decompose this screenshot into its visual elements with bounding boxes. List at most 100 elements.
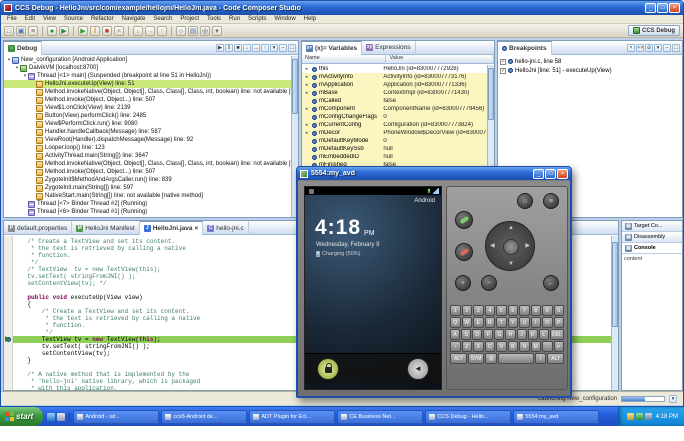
taskbar-item[interactable]: ADT Plugin for Ecl... <box>249 409 336 424</box>
debug-tree-row[interactable]: Method.invokeNative(Object, Object[], Cl… <box>4 88 291 96</box>
expander-icon[interactable]: ▸ <box>304 74 310 80</box>
key-1[interactable]: 1 <box>450 305 461 316</box>
tab-close-icon[interactable]: × <box>194 225 198 232</box>
key-del[interactable]: DEL <box>549 329 564 340</box>
debug-terminate-icon[interactable]: ■ <box>234 43 242 52</box>
menu-item-window[interactable]: Window <box>270 16 299 22</box>
variable-row[interactable]: ▸ mCurrentConfig Configuration (id=8300077… <box>302 121 487 129</box>
key-z[interactable]: Z <box>461 341 472 352</box>
taskbar-item[interactable]: 5554:my_avd <box>513 409 600 424</box>
debug-menu-icon[interactable]: ▾ <box>270 43 278 52</box>
editor-tab-hellojni-java[interactable]: J HelloJni.java × <box>139 221 204 235</box>
tray-clock[interactable]: 4:18 PM <box>656 414 678 420</box>
step-over-icon[interactable]: → <box>145 25 155 36</box>
key-8[interactable]: 8 <box>530 305 541 316</box>
close-button[interactable]: × <box>669 3 680 13</box>
maximize-button[interactable]: □ <box>657 3 668 13</box>
debug-tree-row[interactable]: ZygoteInit$MethodAndArgsCaller.run() lin… <box>4 176 291 184</box>
debug-tree-row[interactable]: Button(View).performClick() line: 2485 <box>4 112 291 120</box>
key-i[interactable]: I <box>530 317 541 328</box>
quick-launch-desktop-icon[interactable] <box>57 412 66 421</box>
debug-tree-row[interactable]: Method.invoke(Object, Object...) line: 5… <box>4 168 291 176</box>
key-3[interactable]: 3 <box>473 305 484 316</box>
tab-targetco[interactable]: ▤ Target Co... <box>622 221 682 232</box>
emulator-close-button[interactable]: × <box>557 168 568 179</box>
suspend-icon[interactable]: ‖ <box>90 25 100 36</box>
bp-minimize-icon[interactable]: ‒ <box>663 43 671 52</box>
menu-item-search[interactable]: Search <box>149 16 176 22</box>
emulator-titlebar[interactable]: 5554:my_avd _ □ × <box>297 167 571 180</box>
menu-item-view[interactable]: View <box>39 16 60 22</box>
menu-button[interactable]: ≡ <box>543 193 559 209</box>
key-k[interactable]: K <box>527 329 538 340</box>
debug-tree-row[interactable]: HelloJni.executeUp(View) line: 51 <box>4 80 291 88</box>
debug-resume-icon[interactable]: ▶ <box>216 43 224 52</box>
bp-remove-icon[interactable]: × <box>627 43 635 52</box>
unlock-handle[interactable] <box>317 357 339 380</box>
key-space[interactable] <box>498 353 534 364</box>
sound-toggle-handle[interactable]: ◄ <box>407 357 429 380</box>
debug-suspend-icon[interactable]: ‖ <box>225 43 233 52</box>
quick-launch-ie-icon[interactable] <box>47 412 56 421</box>
debug-tree-row[interactable]: Thread [<6> Binder Thread #1] (Running) <box>4 208 291 216</box>
key-t[interactable]: T <box>496 317 507 328</box>
bp-menu-icon[interactable]: ▾ <box>654 43 662 52</box>
debug-tree-row[interactable]: Method.invokeNative(Object, Object[], Cl… <box>4 160 291 168</box>
save-icon[interactable]: ▣ <box>16 25 26 36</box>
taskbar-item[interactable]: CE Business Net... <box>337 409 424 424</box>
expander-icon[interactable]: ▸ <box>304 82 310 88</box>
taskbar-item[interactable]: Android - sd... <box>73 409 160 424</box>
key-o[interactable]: O <box>542 317 553 328</box>
debug-tree-row[interactable]: Looper.loop() line: 123 <box>4 144 291 152</box>
breakpoint-row[interactable]: ✓ hello-jni.c, line 58 <box>498 57 682 66</box>
start-button[interactable]: start <box>0 407 44 426</box>
resume-icon[interactable]: ▶ <box>78 25 88 36</box>
end-call-button[interactable] <box>455 243 473 261</box>
key-4[interactable]: 4 <box>484 305 495 316</box>
column-header-name[interactable]: Name <box>302 55 387 63</box>
menu-item-file[interactable]: File <box>3 16 21 22</box>
debug-step-return-icon[interactable]: ↑ <box>261 43 269 52</box>
variable-row[interactable]: ▸ mActivityInfo ActivityInfo (id=830007773… <box>302 73 487 81</box>
volume-down-button[interactable]: − <box>481 275 497 291</box>
tray-volume-icon[interactable] <box>644 413 652 420</box>
key-b[interactable]: B <box>507 341 518 352</box>
key-j[interactable]: J <box>516 329 527 340</box>
breakpoint-checkbox[interactable]: ✓ <box>500 58 506 65</box>
editor-tab-hellojni-manifest[interactable]: M HelloJni Manifest <box>72 221 140 235</box>
debug-tree-row[interactable]: ▾ New_configuration [Android Application] <box>4 56 291 64</box>
expander-icon[interactable]: ▸ <box>304 106 310 112</box>
tray-network-icon[interactable] <box>635 413 643 420</box>
key-slash[interactable]: / <box>534 353 547 364</box>
menu-item-tools[interactable]: Tools <box>203 16 225 22</box>
menu-item-refactor[interactable]: Refactor <box>87 16 118 22</box>
menu-item-help[interactable]: Help <box>300 16 320 22</box>
key-h[interactable]: H <box>505 329 516 340</box>
menu-item-run[interactable]: Run <box>225 16 244 22</box>
bp-maximize-icon[interactable]: □ <box>672 43 680 52</box>
phone-screen[interactable]: Android 4:18 PM Wednesday, February 9 Ch… <box>304 186 442 390</box>
column-header-value[interactable]: Value <box>386 55 494 63</box>
key-at[interactable]: @ <box>485 353 498 364</box>
disconnect-icon[interactable]: × <box>114 25 124 36</box>
back-button[interactable]: ← <box>543 275 559 291</box>
key-period[interactable]: . <box>542 341 553 352</box>
print-icon[interactable]: ≡ <box>28 25 38 36</box>
debug-tree-row[interactable]: View$PerformClick.run() line: 9080 <box>4 120 291 128</box>
debug-icon[interactable]: ● <box>47 25 57 36</box>
debug-tree-row[interactable]: View$1.onClick(View) line: 2139 <box>4 104 291 112</box>
editor-gutter[interactable] <box>4 236 13 390</box>
key-enter[interactable]: ↵ <box>553 341 564 352</box>
key-s[interactable]: S <box>461 329 472 340</box>
key-m[interactable]: M <box>530 341 541 352</box>
key-c[interactable]: C <box>484 341 495 352</box>
minimize-button[interactable]: _ <box>645 3 656 13</box>
taskbar-item[interactable]: ccs5-Android de... <box>161 409 248 424</box>
key-0[interactable]: 0 <box>553 305 564 316</box>
debug-maximize-icon[interactable]: □ <box>288 43 296 52</box>
variable-row[interactable]: mCalled false <box>302 97 487 105</box>
debug-tree-row[interactable]: ViewRoot(Handler).dispatchMessage(Messag… <box>4 136 291 144</box>
variable-row[interactable]: mEmbeddedID null <box>302 153 487 161</box>
emulator-maximize-button[interactable]: □ <box>545 168 556 179</box>
key-r[interactable]: R <box>484 317 495 328</box>
